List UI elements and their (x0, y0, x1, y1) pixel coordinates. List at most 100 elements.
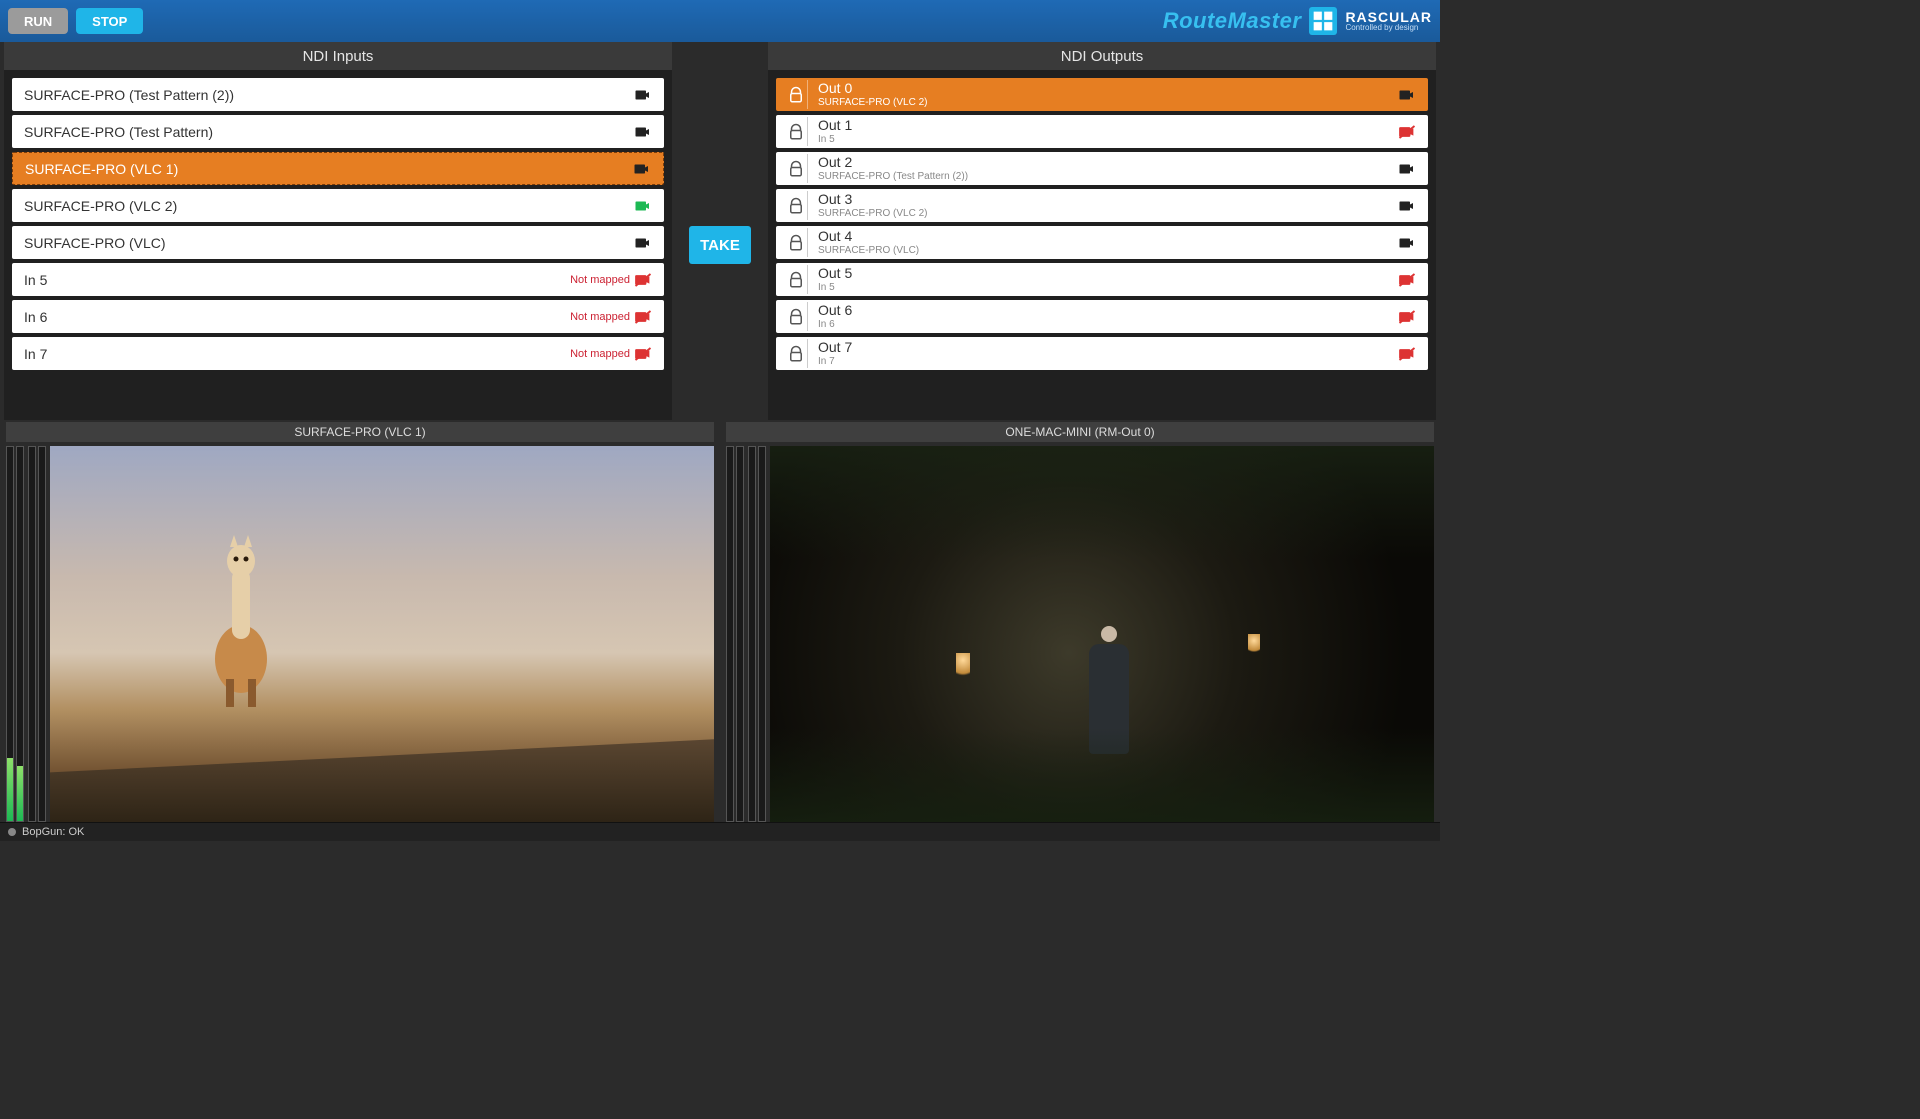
camera-off-icon (1398, 345, 1416, 363)
input-row[interactable]: In 6Not mapped (12, 300, 664, 333)
output-source: In 5 (818, 134, 1398, 146)
output-row[interactable]: Out 7In 7 (776, 337, 1428, 370)
topbar-right: RouteMaster RASCULAR Controlled by desig… (1163, 7, 1432, 35)
vu-meter (28, 446, 36, 822)
output-label: Out 1 (818, 117, 1398, 134)
output-label: Out 7 (818, 339, 1398, 356)
input-row[interactable]: SURFACE-PRO (VLC 2) (12, 189, 664, 222)
input-label: SURFACE-PRO (Test Pattern (2)) (24, 87, 634, 103)
unlock-icon[interactable] (787, 234, 805, 252)
routing-area: NDI Inputs SURFACE-PRO (Test Pattern (2)… (0, 42, 1440, 420)
camera-icon (634, 86, 652, 104)
vu-meter (748, 446, 756, 822)
preview-left-vu-2 (28, 446, 46, 822)
preview-left-title: SURFACE-PRO (VLC 1) (6, 422, 714, 442)
preview-right-vu (726, 446, 744, 822)
unlock-icon[interactable] (787, 197, 805, 215)
input-label: SURFACE-PRO (VLC 2) (24, 198, 634, 214)
output-row[interactable]: Out 3SURFACE-PRO (VLC 2) (776, 189, 1428, 222)
output-row[interactable]: Out 2SURFACE-PRO (Test Pattern (2)) (776, 152, 1428, 185)
preview-left-video[interactable] (50, 446, 714, 822)
camera-off-icon (1398, 308, 1416, 326)
vu-meter (736, 446, 744, 822)
input-label: SURFACE-PRO (Test Pattern) (24, 124, 634, 140)
output-source: SURFACE-PRO (VLC 2) (818, 208, 1398, 220)
status-text: BopGun: OK (22, 826, 84, 838)
take-column: TAKE (684, 70, 756, 420)
brand-company: RASCULAR Controlled by design (1345, 10, 1432, 32)
unlock-icon[interactable] (787, 345, 805, 363)
camera-icon (634, 197, 652, 215)
preview-right-title: ONE-MAC-MINI (RM-Out 0) (726, 422, 1434, 442)
output-row[interactable]: Out 5In 5 (776, 263, 1428, 296)
output-source: In 5 (818, 282, 1398, 294)
inputs-list: SURFACE-PRO (Test Pattern (2)) SURFACE-PR… (4, 70, 672, 420)
unlock-icon[interactable] (787, 271, 805, 289)
output-row[interactable]: Out 4SURFACE-PRO (VLC) (776, 226, 1428, 259)
output-row[interactable]: Out 1In 5 (776, 115, 1428, 148)
vu-meter (6, 446, 14, 822)
vu-meter (38, 446, 46, 822)
app-title: RouteMaster (1163, 8, 1302, 34)
camera-off-icon (634, 345, 652, 363)
input-row[interactable]: In 7Not mapped (12, 337, 664, 370)
brand-logo-icon (1309, 7, 1337, 35)
unlock-icon[interactable] (787, 160, 805, 178)
input-label: In 5 (24, 272, 570, 288)
input-row[interactable]: SURFACE-PRO (Test Pattern (2)) (12, 78, 664, 111)
camera-icon (633, 160, 651, 178)
preview-right-body (726, 442, 1434, 822)
inputs-panel: NDI Inputs SURFACE-PRO (Test Pattern (2)… (4, 42, 672, 420)
vu-meter (758, 446, 766, 822)
output-label: Out 5 (818, 265, 1398, 282)
preview-right-video[interactable] (770, 446, 1434, 822)
not-mapped-label: Not mapped (570, 311, 630, 323)
not-mapped-label: Not mapped (570, 274, 630, 286)
output-source: In 6 (818, 319, 1398, 331)
output-source: SURFACE-PRO (VLC) (818, 245, 1398, 257)
output-source: In 7 (818, 356, 1398, 368)
camera-icon (1398, 197, 1416, 215)
input-row[interactable]: SURFACE-PRO (VLC) (12, 226, 664, 259)
status-bar: BopGun: OK (0, 822, 1440, 841)
preview-left-vu (6, 446, 24, 822)
preview-right: ONE-MAC-MINI (RM-Out 0) (720, 422, 1440, 822)
run-button[interactable]: RUN (8, 8, 68, 34)
input-label: In 6 (24, 309, 570, 325)
vu-meter (726, 446, 734, 822)
input-label: In 7 (24, 346, 570, 362)
input-label: SURFACE-PRO (VLC 1) (25, 161, 633, 177)
take-button[interactable]: TAKE (689, 226, 751, 264)
camera-off-icon (634, 308, 652, 326)
outputs-list: Out 0SURFACE-PRO (VLC 2)Out 1In 5Out 2SU… (768, 70, 1436, 420)
unlock-icon[interactable] (787, 86, 805, 104)
output-label: Out 3 (818, 191, 1398, 208)
output-row[interactable]: Out 6In 6 (776, 300, 1428, 333)
stop-button[interactable]: STOP (76, 8, 143, 34)
input-row[interactable]: SURFACE-PRO (VLC 1) (12, 152, 664, 185)
camera-icon (634, 234, 652, 252)
input-row[interactable]: In 5Not mapped (12, 263, 664, 296)
input-label: SURFACE-PRO (VLC) (24, 235, 634, 251)
preview-left-body (6, 442, 714, 822)
output-label: Out 4 (818, 228, 1398, 245)
output-source: SURFACE-PRO (VLC 2) (818, 97, 1398, 109)
output-row[interactable]: Out 0SURFACE-PRO (VLC 2) (776, 78, 1428, 111)
output-label: Out 0 (818, 80, 1398, 97)
not-mapped-label: Not mapped (570, 348, 630, 360)
camera-icon (1398, 234, 1416, 252)
preview-right-vu-2 (748, 446, 766, 822)
output-label: Out 2 (818, 154, 1398, 171)
top-bar: RUN STOP RouteMaster RASCULAR Controlled… (0, 0, 1440, 42)
camera-off-icon (634, 271, 652, 289)
status-dot-icon (8, 828, 16, 836)
preview-left: SURFACE-PRO (VLC 1) (0, 422, 720, 822)
input-row[interactable]: SURFACE-PRO (Test Pattern) (12, 115, 664, 148)
unlock-icon[interactable] (787, 123, 805, 141)
output-source: SURFACE-PRO (Test Pattern (2)) (818, 171, 1398, 183)
previews-area: SURFACE-PRO (VLC 1) (0, 422, 1440, 822)
camera-off-icon (1398, 271, 1416, 289)
unlock-icon[interactable] (787, 308, 805, 326)
llama-graphic (196, 529, 286, 709)
brand-company-tagline: Controlled by design (1345, 24, 1432, 32)
